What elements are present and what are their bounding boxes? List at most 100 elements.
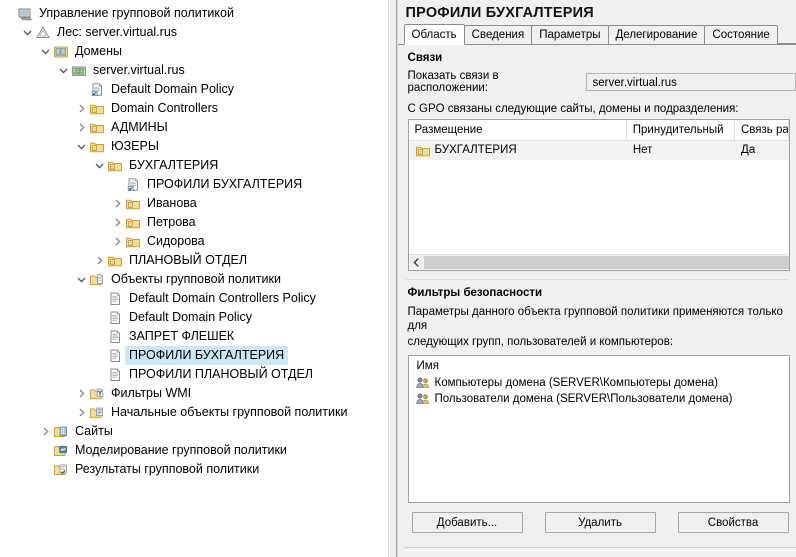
tree-item[interactable]: Сайты (0, 422, 388, 441)
security-filtering-listview[interactable]: Имя Компьютеры домена (SERVER\Компьютеры… (407, 355, 791, 503)
chevron-right-icon[interactable] (74, 99, 88, 118)
tree-item[interactable]: Начальные объекты групповой политики (0, 403, 388, 422)
links-column-header[interactable]: Принудительный (627, 120, 735, 140)
chevron-down-icon[interactable] (56, 61, 70, 80)
ou-icon (88, 118, 105, 137)
security-list-item[interactable]: Компьютеры домена (SERVER\Компьютеры дом… (409, 375, 790, 391)
details-tabstrip[interactable]: Область Сведения Параметры Делегирование Сос… (397, 24, 796, 45)
console-tree[interactable]: Управление групповой политикой Лес: serv… (0, 0, 388, 479)
gpmc-window: Управление групповой политикой Лес: serv… (0, 0, 796, 557)
tree-item[interactable]: ПРОФИЛИ БУХГАЛТЕРИЯ (0, 175, 388, 194)
security-items[interactable]: Компьютеры домена (SERVER\Компьютеры дом… (409, 375, 790, 407)
chevron-right-icon[interactable] (38, 422, 52, 441)
chevron-right-icon[interactable] (74, 384, 88, 403)
links-listview-body[interactable]: БУХГАЛТЕРИЯ Нет Да (408, 141, 790, 160)
page-title: ПРОФИЛИ БУХГАЛТЕРИЯ (397, 0, 796, 25)
ou-icon (124, 194, 141, 213)
links-location-label: БУХГАЛТЕРИЯ (434, 144, 517, 156)
tree-item[interactable]: Домены (0, 42, 388, 61)
chevron-right-icon[interactable] (110, 213, 124, 232)
ou-icon (415, 143, 431, 159)
ou-icon (106, 251, 123, 270)
tree-item[interactable]: Иванова (0, 194, 388, 213)
tree-item[interactable]: ПРОФИЛИ ПЛАНОВЫЙ ОТДЕЛ (0, 365, 388, 384)
tree-item-label: Фильтры WMI (111, 386, 192, 400)
links-listview[interactable]: РазмещениеПринудительныйСвязь разрешена … (407, 119, 791, 271)
tree-item[interactable]: БУХГАЛТЕРИЯ (0, 156, 388, 175)
tree-item[interactable]: ЮЗЕРЫ (0, 137, 388, 156)
links-horizontal-scrollbar[interactable] (408, 254, 790, 270)
tree-item[interactable]: Моделирование групповой политики (0, 441, 388, 460)
tree-item[interactable]: server.virtual.rus (0, 61, 388, 80)
tree-item[interactable]: Петрова (0, 213, 388, 232)
links-section-heading: Связи (407, 52, 443, 64)
tree-item[interactable]: Default Domain Controllers Policy (0, 289, 388, 308)
security-item-label: Компьютеры домена (SERVER\Компьютеры дом… (434, 377, 718, 389)
pane-splitter[interactable] (388, 0, 397, 557)
tree-item[interactable]: Объекты групповой политики (0, 270, 388, 289)
tab-4[interactable]: Делегирование (607, 25, 706, 44)
chevron-right-icon[interactable] (110, 194, 124, 213)
tree-item[interactable]: Domain Controllers (0, 99, 388, 118)
chevron-left-icon[interactable] (408, 255, 424, 269)
ou-icon (106, 156, 123, 175)
tree-item[interactable]: Лес: server.virtual.rus (0, 23, 388, 42)
tree-item-label: ПРОФИЛИ ПЛАНОВЫЙ ОТДЕЛ (129, 367, 314, 381)
tree-item-label: ПЛАНОВЫЙ ОТДЕЛ (129, 253, 248, 267)
security-column-name: Имя (416, 360, 439, 372)
chevron-down-icon[interactable] (20, 23, 34, 42)
console-tree-pane[interactable]: Управление групповой политикой Лес: serv… (0, 0, 389, 557)
tree-item-label: ПРОФИЛИ БУХГАЛТЕРИЯ (147, 177, 303, 191)
tab-1[interactable]: Область (403, 24, 465, 45)
tree-item[interactable]: ПЛАНОВЫЙ ОТДЕЛ (0, 251, 388, 270)
links-cell-location: БУХГАЛТЕРИЯ (409, 141, 627, 160)
tree-item[interactable]: Результаты групповой политики (0, 460, 388, 479)
console-root-icon (16, 4, 33, 23)
chevron-down-icon[interactable] (38, 42, 52, 61)
details-pane: ПРОФИЛИ БУХГАЛТЕРИЯ Область Сведения Парам… (396, 0, 796, 557)
tree-item[interactable]: Сидорова (0, 232, 388, 251)
chevron-right-icon[interactable] (92, 251, 106, 270)
tree-item[interactable]: Default Domain Policy (0, 80, 388, 99)
tree-item[interactable]: Default Domain Policy (0, 308, 388, 327)
chevron-down-icon[interactable] (92, 156, 106, 175)
chevron-right-icon[interactable] (110, 232, 124, 251)
tree-item[interactable]: ПРОФИЛИ БУХГАЛТЕРИЯ (0, 346, 388, 365)
links-listview-header[interactable]: РазмещениеПринудительныйСвязь разрешена (408, 120, 790, 141)
group-icon (415, 375, 431, 391)
chevron-right-icon[interactable] (74, 403, 88, 422)
tree-item-label: Default Domain Policy (129, 310, 252, 324)
links-cell-enforced: Нет (632, 144, 653, 156)
remove-button[interactable]: Удалить (544, 512, 656, 533)
properties-button[interactable]: Свойства (677, 512, 789, 533)
tabstrip-filler (776, 25, 796, 44)
ou-icon (124, 232, 141, 251)
tab-2[interactable]: Сведения (463, 25, 533, 44)
tree-item-label: БУХГАЛТЕРИЯ (129, 158, 219, 172)
tab-5[interactable]: Состояние (704, 25, 778, 44)
chevron-down-icon[interactable] (74, 270, 88, 289)
links-column-header[interactable]: Размещение (409, 120, 627, 140)
chevron-down-icon[interactable] (74, 137, 88, 156)
status-bar (403, 547, 796, 551)
tree-item[interactable]: АДМИНЫ (0, 118, 388, 137)
links-table-row[interactable]: БУХГАЛТЕРИЯ Нет Да (408, 141, 790, 160)
add-button[interactable]: Добавить... (411, 512, 523, 533)
scrollbar-thumb[interactable] (423, 256, 790, 269)
security-list-item[interactable]: Пользователи домена (SERVER\Пользователи… (409, 391, 790, 407)
tree-item[interactable]: Фильтры WMI (0, 384, 388, 403)
chevron-right-icon[interactable] (74, 118, 88, 137)
tree-item[interactable]: Управление групповой политикой (0, 4, 388, 23)
tab-3[interactable]: Параметры (531, 25, 609, 44)
ou-icon (88, 99, 105, 118)
links-column-header[interactable]: Связь разрешена (735, 120, 790, 140)
tree-item[interactable]: ЗАПРЕТ ФЛЕШЕК (0, 327, 388, 346)
security-button-row[interactable]: Добавить... Удалить Свойства (398, 503, 796, 533)
scope-combobox[interactable]: server.virtual.rus (585, 73, 796, 91)
